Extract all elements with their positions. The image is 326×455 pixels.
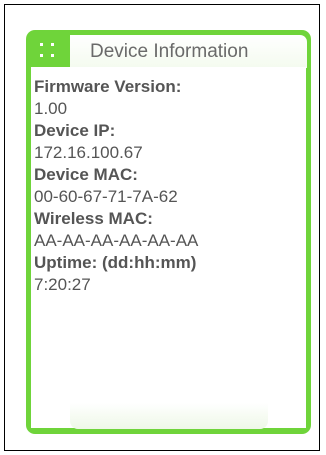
- panel-title-bar: Device Information: [70, 35, 307, 68]
- firmware-version-label: Firmware Version:: [34, 77, 182, 96]
- device-ip-label: Device IP:: [34, 121, 116, 140]
- corner-dots-icon: [40, 412, 54, 426]
- page-frame: Device Information Firmware Version: 1.0…: [4, 4, 320, 451]
- firmware-version-value: 1.00: [34, 99, 68, 118]
- device-mac-label: Device MAC:: [34, 165, 138, 184]
- uptime-label: Uptime: (dd:hh:mm): [34, 253, 197, 272]
- device-info-list: Firmware Version: 1.00 Device IP: 172.16…: [34, 76, 294, 296]
- device-ip-value: 172.16.100.67: [34, 143, 143, 162]
- panel-title: Device Information: [90, 41, 249, 62]
- panel-footer-bar: [70, 403, 268, 429]
- uptime-value: 7:20:27: [34, 275, 91, 294]
- corner-dots-icon: [40, 43, 54, 57]
- wireless-mac-label: Wireless MAC:: [34, 209, 153, 228]
- wireless-mac-value: AA-AA-AA-AA-AA-AA: [34, 231, 199, 250]
- corner-dots-icon: [284, 412, 298, 426]
- device-mac-value: 00-60-67-71-7A-62: [34, 187, 178, 206]
